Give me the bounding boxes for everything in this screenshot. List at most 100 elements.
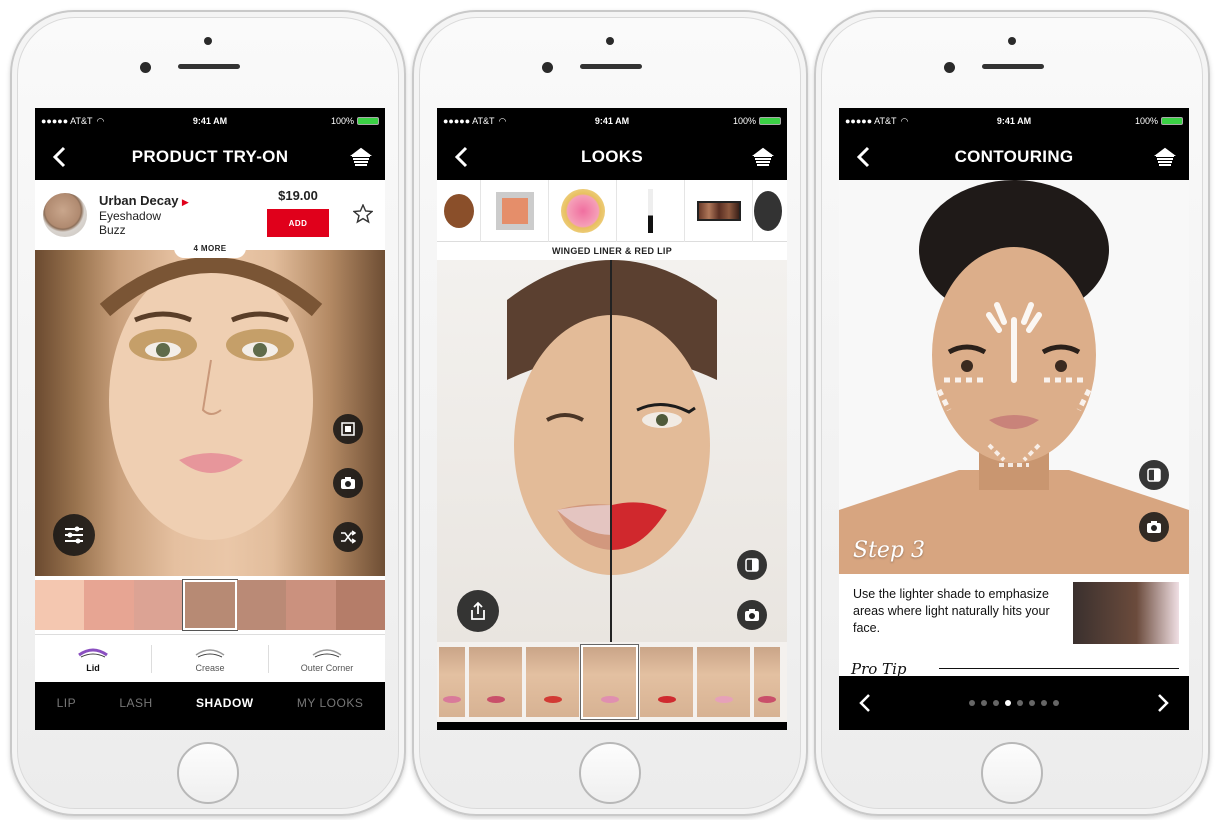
back-button[interactable]	[447, 143, 475, 171]
area-label: Lid	[86, 662, 100, 673]
compare-button[interactable]	[737, 550, 767, 580]
battery: 100%	[1135, 116, 1183, 126]
shade-swatch[interactable]	[133, 580, 184, 630]
page-title: PRODUCT TRY-ON	[131, 147, 289, 166]
application-areas: Lid Crease Outer Corner	[35, 634, 385, 682]
phone-product-try-on: ●●●●● AT&T ◠ 9:41 AM 100% PRODUCT TRY-ON …	[10, 10, 406, 816]
look-thumbnail[interactable]	[581, 645, 638, 719]
home-button[interactable]	[177, 742, 239, 804]
lip-color-mark	[714, 696, 733, 703]
screen: ●●●●● AT&T ◠ 9:41 AM 100% PRODUCT TRY-ON …	[35, 108, 385, 730]
prev-step-button[interactable]	[851, 689, 879, 717]
page-dot[interactable]	[993, 700, 999, 706]
look-thumbnail[interactable]	[640, 647, 693, 717]
lip-color-mark	[543, 696, 562, 703]
page-dot[interactable]	[1005, 700, 1011, 706]
screen: ●●●●● AT&T ◠ 9:41 AM 100% CONTOURING Ste…	[839, 108, 1189, 730]
look-thumbnail[interactable]	[697, 647, 750, 717]
adjust-button[interactable]	[53, 514, 95, 556]
add-to-basket-button[interactable]: ADD	[267, 209, 329, 237]
camera-button[interactable]	[1139, 512, 1169, 542]
eye-area-icon	[312, 648, 342, 657]
home-button[interactable]	[981, 742, 1043, 804]
shade-swatch[interactable]	[236, 580, 287, 630]
product-thumb-liner[interactable]	[617, 179, 685, 242]
look-thumbnail[interactable]	[526, 647, 579, 717]
area-option-lid[interactable]: Lid	[35, 645, 151, 673]
shade-swatch[interactable]	[84, 580, 134, 630]
model-photo-split	[437, 260, 787, 642]
look-thumbnail[interactable]	[469, 647, 522, 717]
chevron-left-icon	[856, 146, 870, 168]
model-photo-contour: Step 3	[839, 180, 1189, 574]
highlighter-image	[560, 188, 605, 233]
product-thumb-compact[interactable]	[753, 180, 783, 242]
play-arrow-icon: ▶	[181, 196, 189, 207]
home-button[interactable]	[579, 742, 641, 804]
tab-lip[interactable]: LIP	[57, 696, 77, 710]
tab-my-looks[interactable]: MY LOOKS	[297, 696, 363, 710]
compare-button[interactable]	[1139, 460, 1169, 490]
compare-button[interactable]	[333, 414, 363, 444]
phone-looks: ●●●●● AT&T ◠ 9:41 AM 100% LOOKS WINGED LI…	[412, 10, 808, 816]
page-dot[interactable]	[1041, 700, 1047, 706]
area-label: Crease	[195, 662, 225, 673]
camera-button[interactable]	[737, 600, 767, 630]
next-step-button[interactable]	[1149, 689, 1177, 717]
shade-swatch[interactable]	[182, 579, 238, 631]
camera-button[interactable]	[333, 468, 363, 498]
shuffle-button[interactable]	[333, 522, 363, 552]
basket-button[interactable]	[347, 143, 375, 171]
face-illustration	[839, 180, 1189, 574]
shade-swatch[interactable]	[286, 580, 336, 630]
page-dot[interactable]	[1029, 700, 1035, 706]
product-card: Urban Decay ▶ Eyeshadow Buzz $19.00 ADD …	[35, 180, 385, 258]
shade-swatch[interactable]	[335, 580, 385, 630]
page-dot[interactable]	[969, 700, 975, 706]
category-tabs: LIP LASH SHADOW MY LOOKS	[35, 682, 385, 724]
camera-icon	[1147, 521, 1161, 533]
area-option-outer-corner[interactable]: Outer Corner	[268, 644, 385, 673]
page-indicator	[969, 700, 1059, 706]
share-button[interactable]	[457, 590, 499, 632]
basket-button[interactable]	[1151, 143, 1179, 171]
split-divider[interactable]	[610, 260, 612, 642]
page-dot[interactable]	[1053, 700, 1059, 706]
more-products-tab[interactable]: 4 MORE	[174, 238, 246, 258]
share-icon	[471, 601, 485, 620]
status-bar: ●●●●● AT&T ◠ 9:41 AM 100%	[35, 108, 385, 134]
product-thumb-blush[interactable]	[481, 179, 549, 242]
product-info[interactable]: Urban Decay ▶ Eyeshadow Buzz	[99, 193, 189, 237]
compact-image	[754, 190, 782, 231]
product-thumb-bronzer[interactable]	[437, 179, 481, 242]
page-title: CONTOURING	[954, 147, 1074, 166]
tab-shadow[interactable]: SHADOW	[196, 696, 254, 710]
battery: 100%	[733, 116, 781, 126]
back-button[interactable]	[45, 143, 73, 171]
shade-swatch[interactable]	[35, 580, 85, 630]
tutorial-video-thumbnail[interactable]	[1073, 582, 1179, 644]
basket-icon	[751, 147, 774, 166]
blush-image	[495, 191, 534, 230]
favorite-button[interactable]	[352, 203, 374, 229]
product-thumb-highlighter[interactable]	[549, 179, 617, 242]
proximity-sensor	[542, 62, 553, 73]
area-option-crease[interactable]: Crease	[151, 644, 268, 673]
basket-button[interactable]	[749, 143, 777, 171]
product-price: $19.00	[278, 188, 318, 203]
shuffle-icon	[341, 530, 356, 544]
pro-tip-heading: Pro Tip	[851, 660, 907, 678]
back-button[interactable]	[849, 143, 877, 171]
page-dot[interactable]	[981, 700, 987, 706]
tip-text: Use the lighter shade to emphasize areas…	[853, 587, 1050, 635]
product-thumb-palette[interactable]	[685, 179, 753, 242]
page-dot[interactable]	[1017, 700, 1023, 706]
look-thumbnail[interactable]	[754, 647, 780, 717]
tab-lash[interactable]: LASH	[119, 696, 152, 710]
battery-icon	[1161, 117, 1183, 125]
basket-icon	[349, 147, 372, 166]
sliders-icon	[65, 526, 83, 544]
look-thumbnail[interactable]	[439, 647, 465, 717]
lip-color-mark	[443, 696, 461, 703]
price-block: $19.00 ADD	[267, 188, 329, 237]
